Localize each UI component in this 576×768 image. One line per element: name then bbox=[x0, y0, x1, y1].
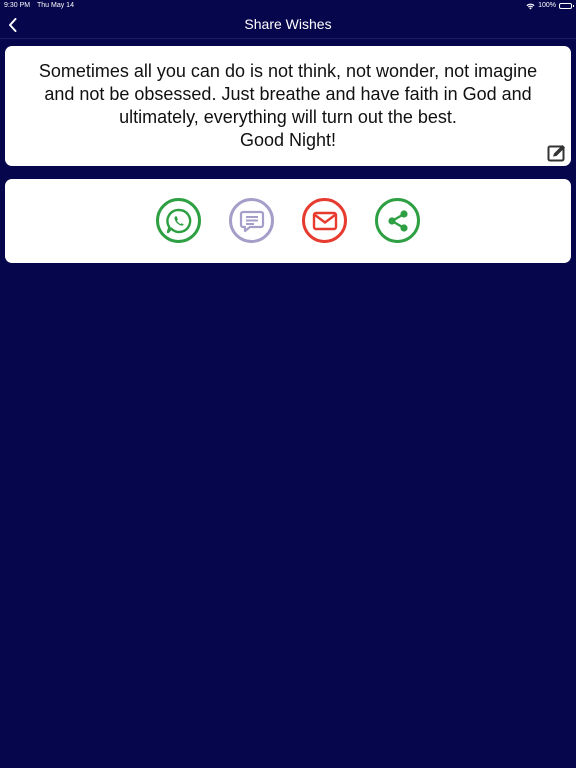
battery-icon bbox=[559, 3, 574, 9]
share-message-button[interactable] bbox=[229, 198, 274, 243]
page-title: Share Wishes bbox=[244, 16, 332, 32]
share-icon bbox=[387, 209, 408, 232]
status-time: 9:30 PM bbox=[4, 2, 31, 9]
wish-message-text: Sometimes all you can do is not think, n… bbox=[38, 61, 538, 150]
edit-button[interactable] bbox=[547, 144, 567, 162]
share-mail-button[interactable] bbox=[302, 198, 347, 243]
navigation-bar: Share Wishes bbox=[0, 12, 576, 39]
battery-percent: 100% bbox=[538, 2, 556, 9]
wifi-icon bbox=[526, 3, 535, 9]
share-options-card bbox=[5, 179, 571, 263]
share-more-button[interactable] bbox=[375, 198, 420, 243]
message-card: Sometimes all you can do is not think, n… bbox=[5, 46, 571, 166]
whatsapp-icon bbox=[165, 208, 191, 233]
share-whatsapp-button[interactable] bbox=[156, 198, 201, 243]
message-icon bbox=[239, 210, 264, 232]
status-indicators: 100% bbox=[526, 0, 574, 12]
status-date: Thu May 14 bbox=[37, 2, 74, 9]
mail-icon bbox=[312, 211, 337, 230]
edit-icon bbox=[547, 145, 565, 162]
share-options-row bbox=[156, 198, 420, 243]
status-bar: 9:30 PM Thu May 14 100% bbox=[0, 0, 576, 12]
